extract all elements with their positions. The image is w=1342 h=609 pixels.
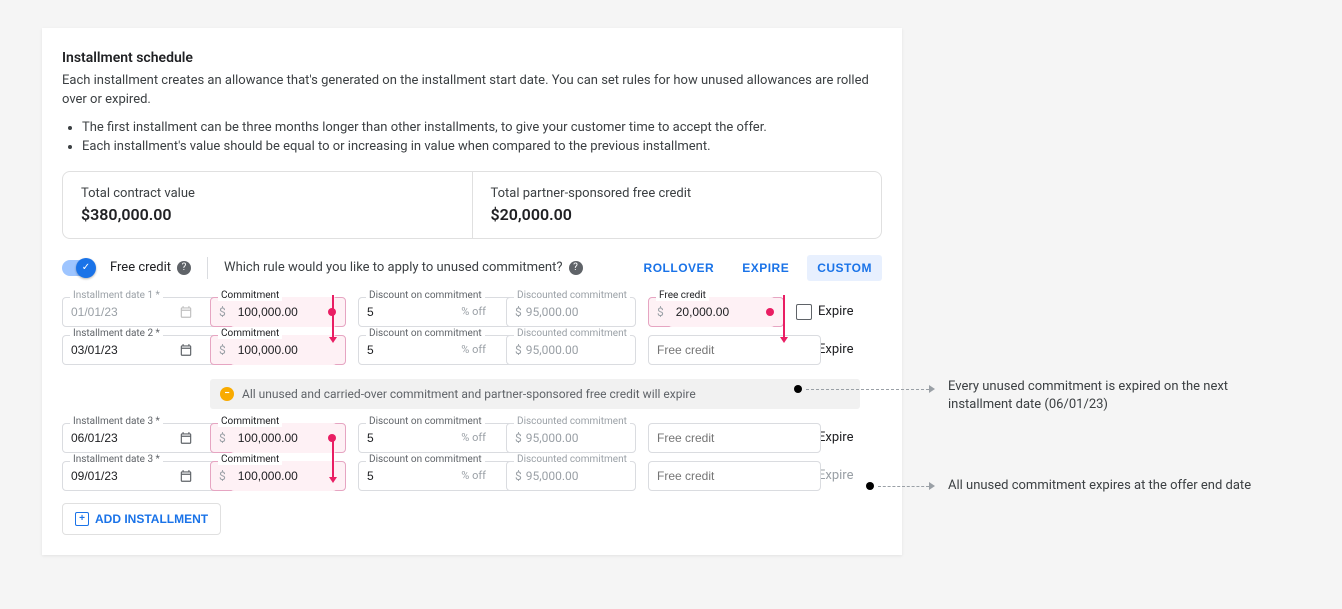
date-field: Installment date 1 *: [62, 297, 198, 327]
discount-field: Discount on commitment % off: [358, 461, 494, 491]
discounted-field: Discounted commitment $95,000.00: [506, 461, 636, 491]
free-credit-toggle[interactable]: ✓: [62, 260, 94, 276]
arrow-right-icon: [929, 385, 935, 393]
free-credit-field: Free credit $: [648, 297, 784, 327]
free-credit-field: [648, 423, 784, 453]
add-installment-button[interactable]: + ADD INSTALLMENT: [62, 503, 221, 535]
expire-checkbox[interactable]: [796, 304, 812, 320]
annotation-bullet-icon: [794, 385, 802, 393]
total-credit-label: Total partner-sponsored free credit: [491, 186, 864, 201]
commitment-input[interactable]: [230, 461, 337, 491]
commitment-input[interactable]: [230, 423, 337, 453]
annotation-2: All unused commitment expires at the off…: [948, 477, 1328, 495]
total-credit-cell: Total partner-sponsored free credit $20,…: [472, 172, 882, 238]
commitment-field: Commitment $: [210, 461, 346, 491]
free-credit-input[interactable]: [648, 335, 821, 365]
minus-circle-icon: −: [220, 387, 234, 401]
discount-field: Discount on commitment % off: [358, 423, 494, 453]
date-field: Installment date 3 *: [62, 461, 198, 491]
installment-row: Installment date 2 * Commitment $ Discou…: [62, 335, 882, 365]
expire-checkbox-wrap[interactable]: Expire: [796, 304, 853, 320]
annotation-bullet-icon: [866, 482, 874, 490]
totals-box: Total contract value $380,000.00 Total p…: [62, 171, 882, 239]
rule-question: Which rule would you like to apply to un…: [224, 260, 582, 275]
rule-buttons: ROLLOVER EXPIRE CUSTOM: [634, 255, 882, 281]
installment-row: Installment date 1 * Commitment $ Discou…: [62, 297, 882, 327]
arrow-right-icon: [929, 482, 935, 490]
plus-icon: +: [75, 512, 89, 526]
commitment-input[interactable]: [230, 335, 337, 365]
total-credit-value: $20,000.00: [491, 205, 864, 224]
annotation-1: Every unused commitment is expired on th…: [948, 378, 1308, 414]
rule-row: ✓ Free credit ? Which rule would you lik…: [62, 255, 882, 281]
discounted-field: Discounted commitment $95,000.00: [506, 423, 636, 453]
discounted-field: Discounted commitment $95,000.00: [506, 335, 636, 365]
commitment-field: Commitment $: [210, 297, 346, 327]
page-description: Each installment creates an allowance th…: [62, 72, 882, 110]
free-credit-input[interactable]: [648, 423, 821, 453]
rule-bullet: The first installment can be three month…: [82, 118, 882, 138]
discount-field: Discount on commitment % off: [358, 335, 494, 365]
highlight-dot-icon: [766, 308, 774, 316]
discounted-field: Discounted commitment $95,000.00: [506, 297, 636, 327]
expiry-notice-bar: − All unused and carried-over commitment…: [210, 379, 860, 409]
help-icon[interactable]: ?: [569, 261, 583, 275]
date-field: Installment date 3 *: [62, 423, 198, 453]
rules-list: The first installment can be three month…: [62, 118, 882, 157]
installment-rows: Installment date 1 * Commitment $ Discou…: [62, 297, 882, 491]
arrow-down-icon: [329, 295, 337, 343]
date-field: Installment date 2 *: [62, 335, 198, 365]
total-contract-label: Total contract value: [81, 186, 454, 201]
free-credit-field: [648, 335, 784, 365]
commitment-field: Commitment $: [210, 335, 346, 365]
page-title: Installment schedule: [62, 50, 882, 66]
arrow-down-icon: [780, 295, 788, 343]
annotation-connector: [806, 389, 929, 390]
commitment-field: Commitment $: [210, 423, 346, 453]
expire-button[interactable]: EXPIRE: [732, 255, 799, 281]
rule-bullet: Each installment's value should be equal…: [82, 137, 882, 157]
free-credit-label: Free credit ?: [110, 260, 191, 275]
installment-row: Installment date 3 * Commitment $ Discou…: [62, 423, 882, 453]
free-credit-field: [648, 461, 784, 491]
custom-button[interactable]: CUSTOM: [807, 255, 882, 281]
commitment-input[interactable]: [230, 297, 337, 327]
rollover-button[interactable]: ROLLOVER: [634, 255, 725, 281]
installment-row: Installment date 3 * Commitment $ Discou…: [62, 461, 882, 491]
help-icon[interactable]: ?: [177, 261, 191, 275]
check-icon: ✓: [76, 258, 96, 278]
free-credit-input[interactable]: [668, 297, 775, 327]
total-contract-cell: Total contract value $380,000.00: [63, 172, 472, 238]
total-contract-value: $380,000.00: [81, 205, 454, 224]
separator: [207, 257, 208, 279]
installment-schedule-panel: Installment schedule Each installment cr…: [42, 28, 902, 555]
free-credit-input[interactable]: [648, 461, 821, 491]
annotation-connector: [878, 486, 929, 487]
arrow-down-icon: [329, 435, 337, 483]
discount-field: Discount on commitment % off: [358, 297, 494, 327]
